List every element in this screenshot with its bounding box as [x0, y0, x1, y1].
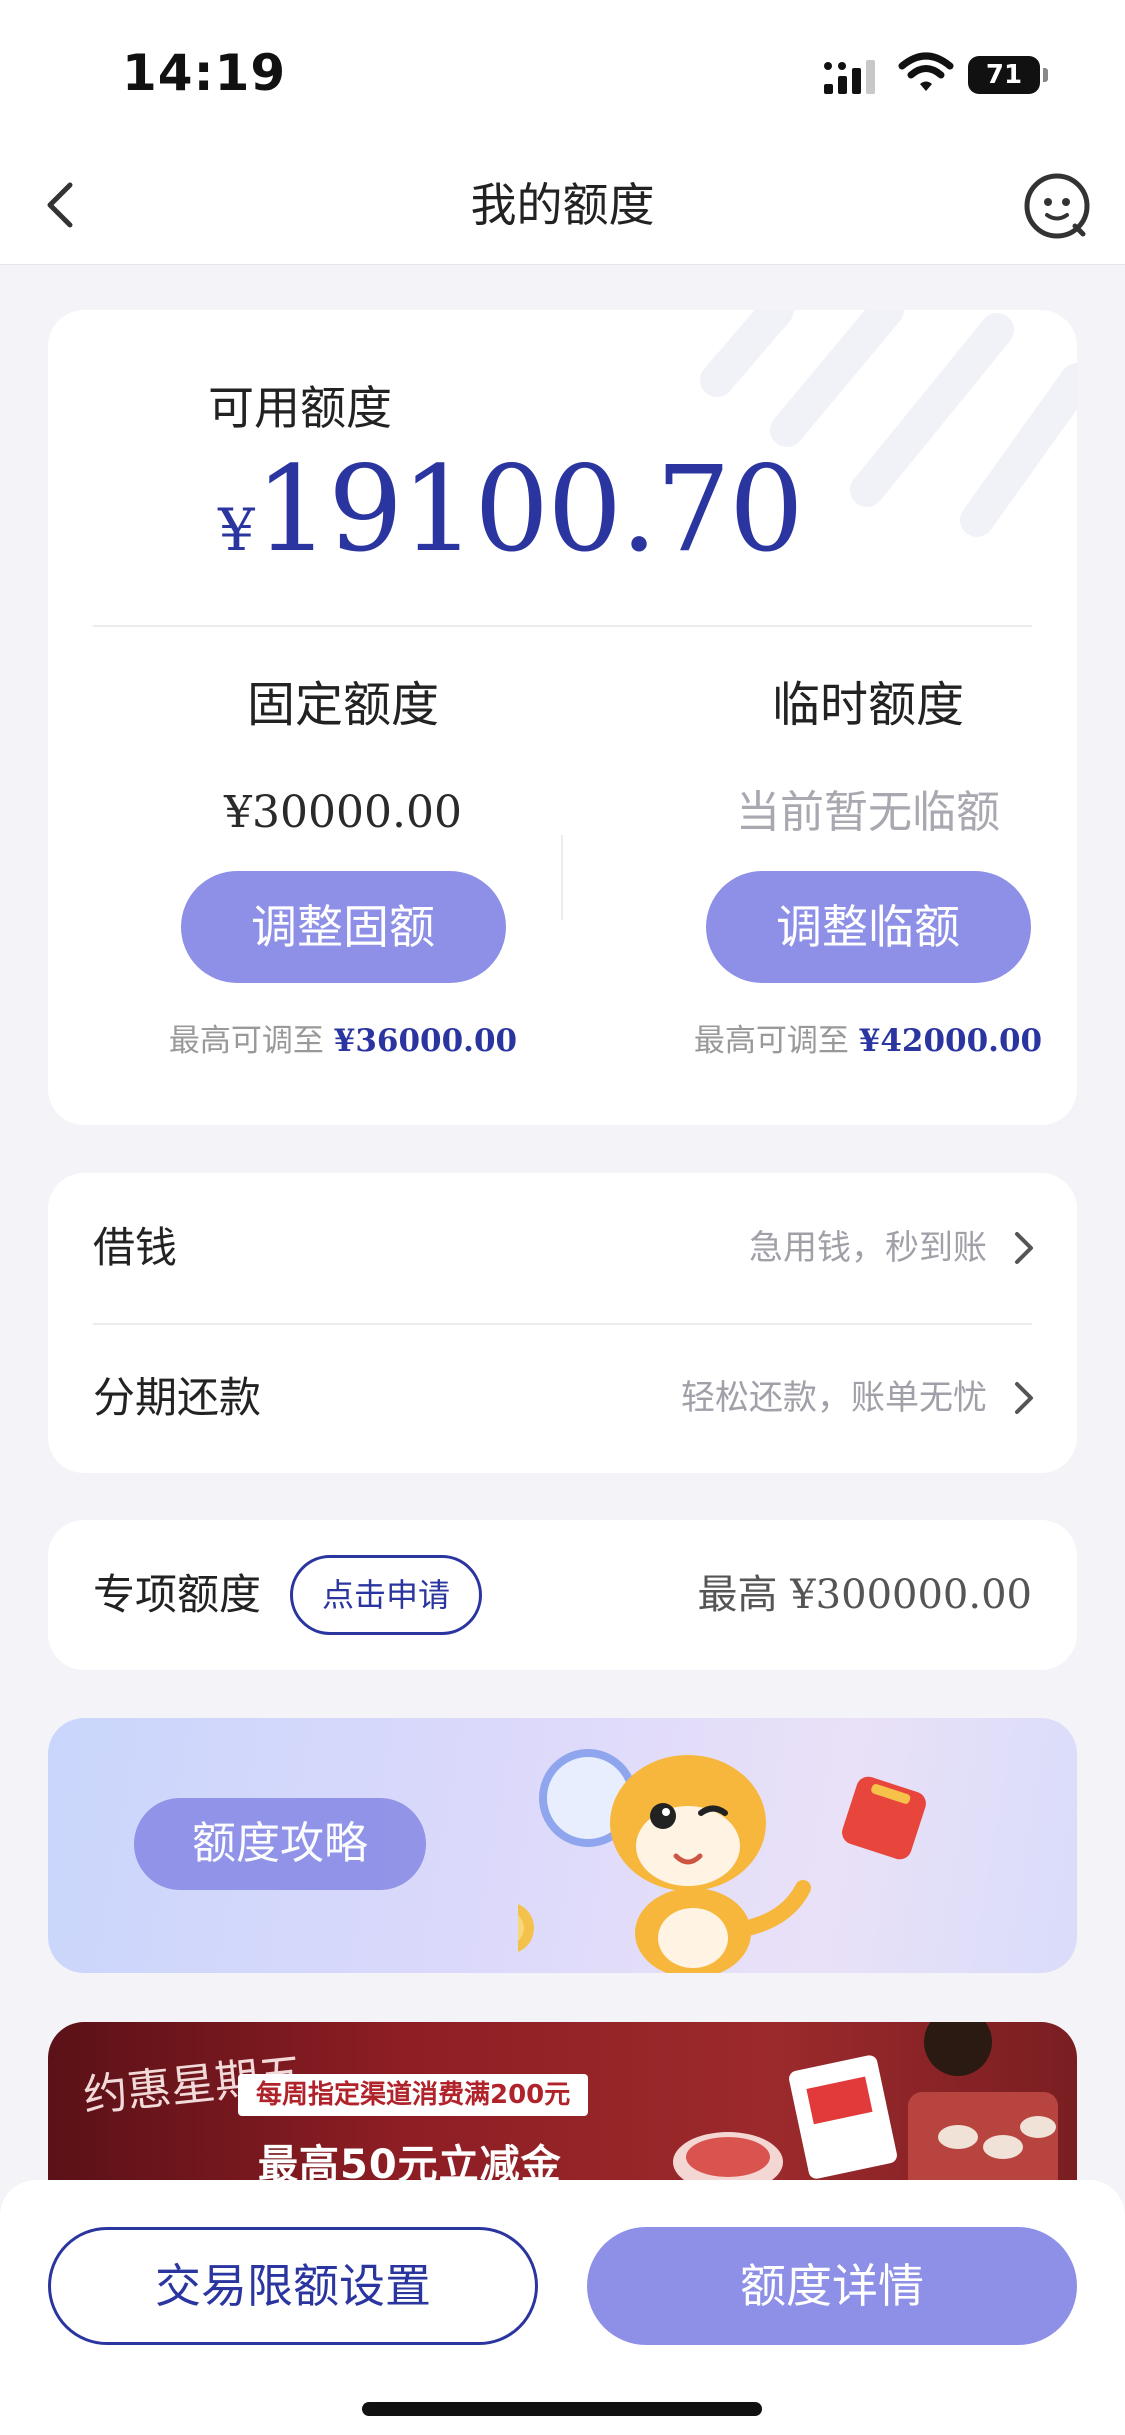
fixed-max-prefix: 最高可调至	[168, 1023, 324, 1059]
divider	[93, 625, 1032, 627]
special-max-prefix: 最高	[697, 1572, 778, 1618]
chevron-right-icon	[1015, 1382, 1033, 1414]
services-list: 借钱 急用钱，秒到账 分期还款 轻松还款，账单无忧	[48, 1173, 1077, 1473]
adjust-fixed-quota-button[interactable]: 调整固额	[180, 871, 506, 983]
quota-card: 可用额度 ¥19100.70 固定额度 ¥30000.00 调整固额 最高可调至…	[48, 310, 1077, 1125]
available-amount-value: 19100.70	[254, 440, 804, 578]
adjust-temp-quota-button[interactable]: 调整临额	[705, 871, 1031, 983]
customer-service-icon[interactable]	[1019, 168, 1095, 244]
temp-quota-value: 当前暂无临额	[736, 787, 1000, 838]
fixed-max-line: 最高可调至 ¥36000.00	[123, 1015, 563, 1060]
temp-quota-section: 临时额度 当前暂无临额 调整临额 最高可调至 ¥42000.00	[648, 675, 1077, 1060]
list-item-subtitle: 急用钱，秒到账	[749, 1228, 987, 1268]
tiger-mascot-illustration	[518, 1749, 926, 1973]
promo-tag: 每周指定渠道消费满200元	[238, 2074, 589, 2116]
apply-special-quota-button[interactable]: 点击申请	[290, 1555, 482, 1635]
available-quota-label: 可用额度	[208, 381, 392, 435]
cellular-signal-icon	[824, 60, 875, 94]
special-quota-max: 最高 ¥300000.00	[698, 1520, 1032, 1670]
bottom-action-bar: 交易限额设置 额度详情	[0, 2180, 1125, 2435]
temp-max-prefix: 最高可调至	[693, 1023, 849, 1059]
list-item-installment[interactable]: 分期还款 轻松还款，账单无忧	[48, 1323, 1077, 1473]
fixed-quota-value: ¥30000.00	[224, 787, 462, 838]
fixed-quota-title: 固定额度	[246, 677, 439, 733]
quota-strategy-banner[interactable]: 额度攻略	[48, 1718, 1077, 1973]
list-item-borrow[interactable]: 借钱 急用钱，秒到账	[48, 1173, 1077, 1323]
quota-strategy-label: 额度攻略	[134, 1798, 426, 1890]
fixed-max-value: ¥36000.00	[333, 1023, 518, 1059]
transaction-limit-settings-button[interactable]: 交易限额设置	[48, 2227, 538, 2345]
currency-symbol: ¥	[218, 496, 255, 564]
fixed-quota-section: 固定额度 ¥30000.00 调整固额 最高可调至 ¥36000.00	[123, 675, 563, 1060]
temp-max-value: ¥42000.00	[858, 1023, 1043, 1059]
chevron-right-icon	[1015, 1232, 1033, 1264]
status-bar: 14:19 71	[0, 0, 1125, 150]
available-quota-amount: ¥19100.70	[218, 440, 804, 578]
list-item-subtitle: 轻松还款，账单无忧	[681, 1378, 987, 1418]
nav-bar: 我的额度	[0, 150, 1125, 265]
special-quota-title: 专项额度	[93, 1570, 262, 1619]
temp-max-line: 最高可调至 ¥42000.00	[648, 1015, 1077, 1060]
home-indicator	[362, 2402, 762, 2416]
status-time: 14:19	[122, 44, 287, 102]
page-title: 我的额度	[470, 178, 655, 232]
wifi-icon	[898, 52, 954, 91]
quota-details-button[interactable]: 额度详情	[587, 2227, 1077, 2345]
list-item-title: 分期还款	[93, 1373, 262, 1422]
list-item-title: 借钱	[93, 1223, 178, 1272]
temp-quota-title: 临时额度	[771, 677, 964, 733]
special-quota-card: 专项额度 点击申请 最高 ¥300000.00	[48, 1520, 1077, 1670]
battery-level: 71	[985, 60, 1023, 90]
special-max-value: ¥300000.00	[790, 1572, 1032, 1618]
battery-icon: 71	[968, 56, 1048, 94]
